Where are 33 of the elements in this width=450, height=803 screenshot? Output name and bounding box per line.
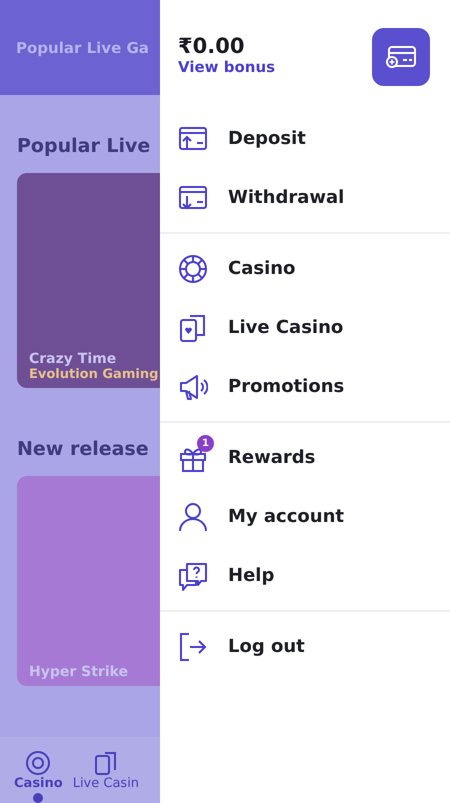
game-name: Hyper Strike	[29, 664, 130, 680]
balance-amount: ₹0.00	[178, 34, 246, 58]
game-name: Crazy Time	[29, 351, 118, 367]
chip-icon	[178, 254, 208, 284]
section-title: New release	[17, 438, 150, 460]
deposit-icon	[178, 126, 208, 152]
menu-item[interactable]: 1 Rewards	[160, 428, 450, 487]
help-icon	[178, 560, 208, 590]
wallet-icon	[385, 44, 417, 70]
cards-icon	[92, 750, 119, 776]
notification-badge: 1	[197, 434, 214, 452]
menu-item[interactable]: Log out	[160, 617, 450, 676]
menu-item[interactable]: Deposit	[160, 109, 450, 168]
nav-tab[interactable]: Live Casin	[72, 737, 140, 803]
active-indicator	[33, 793, 44, 803]
cards-icon	[178, 312, 208, 342]
page-title: Popular Live Ga	[16, 38, 149, 56]
menu-item[interactable]: Withdrawal	[160, 168, 450, 227]
menu-item[interactable]: Casino	[160, 239, 450, 298]
chip-icon	[25, 750, 52, 776]
logout-icon	[178, 632, 208, 662]
menu-item[interactable]: Live Casino	[160, 298, 450, 357]
view-bonus-link[interactable]: View bonus	[178, 58, 276, 76]
section-title: Popular Live	[17, 135, 152, 157]
withdrawal-icon	[178, 184, 208, 210]
game-card[interactable]: Crazy Time Evolution Gaming	[17, 173, 160, 388]
user-icon	[178, 502, 208, 532]
wallet-button[interactable]	[372, 28, 430, 86]
menu-item[interactable]: Promotions	[160, 357, 450, 416]
game-provider: Evolution Gaming	[29, 367, 160, 382]
nav-tab[interactable]: Casino	[14, 737, 63, 803]
menu-item[interactable]: My account	[160, 487, 450, 546]
menu-item[interactable]: Help	[160, 546, 450, 605]
